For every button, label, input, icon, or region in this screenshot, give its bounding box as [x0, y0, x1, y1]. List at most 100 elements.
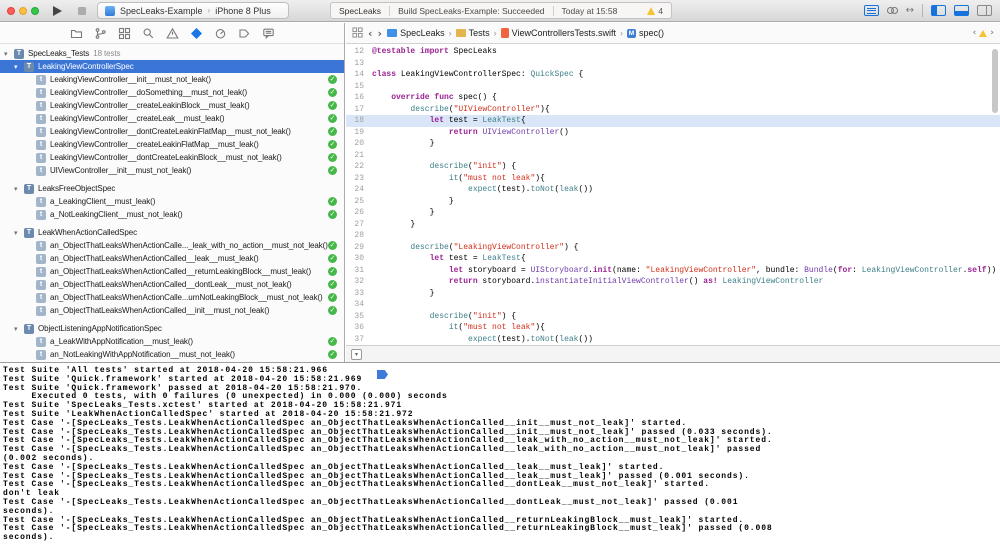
test-class-row[interactable]: ▾ T LeaksFreeObjectSpec — [0, 182, 344, 195]
test-passed-icon[interactable]: ✓ — [328, 140, 337, 149]
source-control-navigator-tab[interactable] — [93, 26, 107, 40]
code-line[interactable]: 18 let test = LeakTest{ — [346, 115, 1000, 127]
forward-button[interactable]: › — [378, 28, 383, 39]
related-items-icon[interactable] — [352, 26, 363, 40]
disclosure-triangle-icon[interactable]: ▾ — [14, 185, 24, 193]
disclosure-triangle-icon[interactable]: ▾ — [14, 325, 24, 333]
previous-issue-button[interactable]: ‹ — [973, 28, 977, 38]
test-passed-icon[interactable]: ✓ — [328, 88, 337, 97]
code-line[interactable]: 22 describe("init") { — [346, 161, 1000, 173]
find-navigator-tab[interactable] — [141, 26, 155, 40]
debug-area-toggle[interactable]: ▾ — [351, 348, 362, 360]
test-class-row[interactable]: ▾ T ObjectListeningAppNotificationSpec — [0, 322, 344, 335]
code-line[interactable]: 31 let storyboard = UIStoryboard.init(na… — [346, 265, 1000, 277]
test-passed-icon[interactable]: ✓ — [328, 306, 337, 315]
code-line[interactable]: 37 expect(test).toNot(leak()) — [346, 334, 1000, 345]
zoom-button[interactable] — [31, 7, 39, 15]
issue-navigator-tab[interactable] — [165, 26, 179, 40]
navigator-panel-toggle[interactable] — [931, 5, 946, 16]
code-line[interactable]: 14 class LeakingViewControllerSpec: Quick… — [346, 69, 1000, 81]
code-line[interactable]: 26 } — [346, 207, 1000, 219]
code-line[interactable]: 28 — [346, 230, 1000, 242]
code-line[interactable]: 19 return UIViewController() — [346, 127, 1000, 139]
test-method-row[interactable]: t UIViewController__init__must_not_leak()… — [0, 164, 344, 177]
test-method-row[interactable]: t LeakingViewController__createLeak__must… — [0, 112, 344, 125]
test-method-row[interactable]: t an_ObjectThatLeaksWhenActionCalle...urn… — [0, 291, 344, 304]
test-method-row[interactable]: t LeakingViewController__init__must_not_l… — [0, 73, 344, 86]
test-passed-icon[interactable]: ✓ — [328, 337, 337, 346]
test-passed-icon[interactable]: ✓ — [328, 114, 337, 123]
code-line[interactable]: 15 — [346, 81, 1000, 93]
test-passed-icon[interactable]: ✓ — [328, 254, 337, 263]
editor-scrollbar[interactable] — [992, 49, 998, 113]
test-method-row[interactable]: t a_LeakingClient__must_leak() ✓ — [0, 195, 344, 208]
test-method-row[interactable]: t an_ObjectThatLeaksWhenActionCalle..._le… — [0, 239, 344, 252]
breadcrumb-item[interactable]: Mspec() — [627, 28, 664, 38]
test-method-row[interactable]: t LeakingViewController__dontCreateLeakin… — [0, 125, 344, 138]
debug-panel-toggle[interactable] — [954, 5, 969, 16]
test-passed-icon[interactable]: ✓ — [328, 267, 337, 276]
test-method-row[interactable]: t an_ObjectThatLeaksWhenActionCalled__ret… — [0, 265, 344, 278]
breadcrumb-item[interactable]: SpecLeaks — [387, 28, 445, 38]
next-issue-button[interactable]: › — [990, 28, 994, 38]
report-navigator-tab[interactable] — [261, 26, 275, 40]
test-passed-icon[interactable]: ✓ — [328, 280, 337, 289]
code-line[interactable]: 23 it("must not leak"){ — [346, 173, 1000, 185]
code-line[interactable]: 34 — [346, 299, 1000, 311]
code-line[interactable]: 33 } — [346, 288, 1000, 300]
test-passed-icon[interactable]: ✓ — [328, 210, 337, 219]
version-editor-button[interactable]: ↔ — [906, 5, 914, 16]
back-button[interactable]: ‹ — [368, 28, 373, 39]
test-method-row[interactable]: t a_LeakWithAppNotification__must_leak() ✓ — [0, 335, 344, 348]
breadcrumb-item[interactable]: Tests — [455, 28, 490, 38]
stop-button[interactable] — [78, 7, 86, 15]
code-line[interactable]: 36 it("must not leak"){ — [346, 322, 1000, 334]
test-passed-icon[interactable]: ✓ — [328, 293, 337, 302]
test-passed-icon[interactable]: ✓ — [328, 350, 337, 359]
test-class-row[interactable]: ▾ T LeakingViewControllerSpec — [0, 60, 344, 73]
code-line[interactable]: 35 describe("init") { — [346, 311, 1000, 323]
scheme-destination[interactable]: iPhone 8 Plus — [215, 6, 271, 16]
test-method-row[interactable]: t a_NotLeakingClient__must_not_leak() ✓ — [0, 208, 344, 221]
code-line[interactable]: 12 @testable import SpecLeaks — [346, 46, 1000, 58]
disclosure-triangle-icon[interactable]: ▾ — [4, 50, 14, 58]
breakpoint-navigator-tab[interactable] — [237, 26, 251, 40]
code-line[interactable]: 16 override func spec() { — [346, 92, 1000, 104]
code-line[interactable]: 25 } — [346, 196, 1000, 208]
scheme-selector[interactable]: SpecLeaks-Example › iPhone 8 Plus — [97, 2, 289, 19]
code-line[interactable]: 30 let test = LeakTest{ — [346, 253, 1000, 265]
assistant-editor-button[interactable] — [886, 7, 898, 14]
test-passed-icon[interactable]: ✓ — [328, 166, 337, 175]
debug-navigator-tab[interactable] — [213, 26, 227, 40]
inspector-panel-toggle[interactable] — [977, 5, 992, 16]
project-navigator-tab[interactable] — [69, 26, 83, 40]
code-line[interactable]: 24 expect(test).toNot(leak()) — [346, 184, 1000, 196]
test-passed-icon[interactable]: ✓ — [328, 75, 337, 84]
test-passed-icon[interactable]: ✓ — [328, 127, 337, 136]
code-area[interactable]: 12 @testable import SpecLeaks 13 14 class Le… — [346, 45, 1000, 344]
test-method-row[interactable]: t LeakingViewController__doSomething__mus… — [0, 86, 344, 99]
test-method-row[interactable]: t LeakingViewController__createLeakinBloc… — [0, 99, 344, 112]
code-line[interactable]: 20 } — [346, 138, 1000, 150]
standard-editor-button[interactable] — [863, 5, 879, 16]
symbol-navigator-tab[interactable] — [117, 26, 131, 40]
test-passed-icon[interactable]: ✓ — [328, 241, 337, 250]
code-line[interactable]: 32 return storyboard.instantiateInitialV… — [346, 276, 1000, 288]
test-passed-icon[interactable]: ✓ — [328, 153, 337, 162]
code-line[interactable]: 29 describe("LeakingViewController") { — [346, 242, 1000, 254]
test-navigator-tab[interactable] — [189, 26, 203, 40]
disclosure-triangle-icon[interactable]: ▾ — [14, 63, 24, 71]
code-line[interactable]: 21 — [346, 150, 1000, 162]
breadcrumb-item[interactable]: ViewControllersTests.swift — [500, 28, 616, 38]
warning-badge[interactable]: 4 — [647, 6, 663, 16]
code-line[interactable]: 13 — [346, 58, 1000, 70]
disclosure-triangle-icon[interactable]: ▾ — [14, 229, 24, 237]
code-line[interactable]: 17 describe("UIViewController"){ — [346, 104, 1000, 116]
test-method-row[interactable]: t an_NotLeakingWithAppNotification__must_… — [0, 348, 344, 361]
test-passed-icon[interactable]: ✓ — [328, 101, 337, 110]
test-class-row[interactable]: ▾ T LeakWhenActionCalledSpec — [0, 226, 344, 239]
test-method-row[interactable]: t LeakingViewController__createLeakinFlat… — [0, 138, 344, 151]
test-method-row[interactable]: t LeakingViewController__dontCreateLeakin… — [0, 151, 344, 164]
code-line[interactable]: 27 } — [346, 219, 1000, 231]
run-button[interactable] — [53, 6, 62, 16]
